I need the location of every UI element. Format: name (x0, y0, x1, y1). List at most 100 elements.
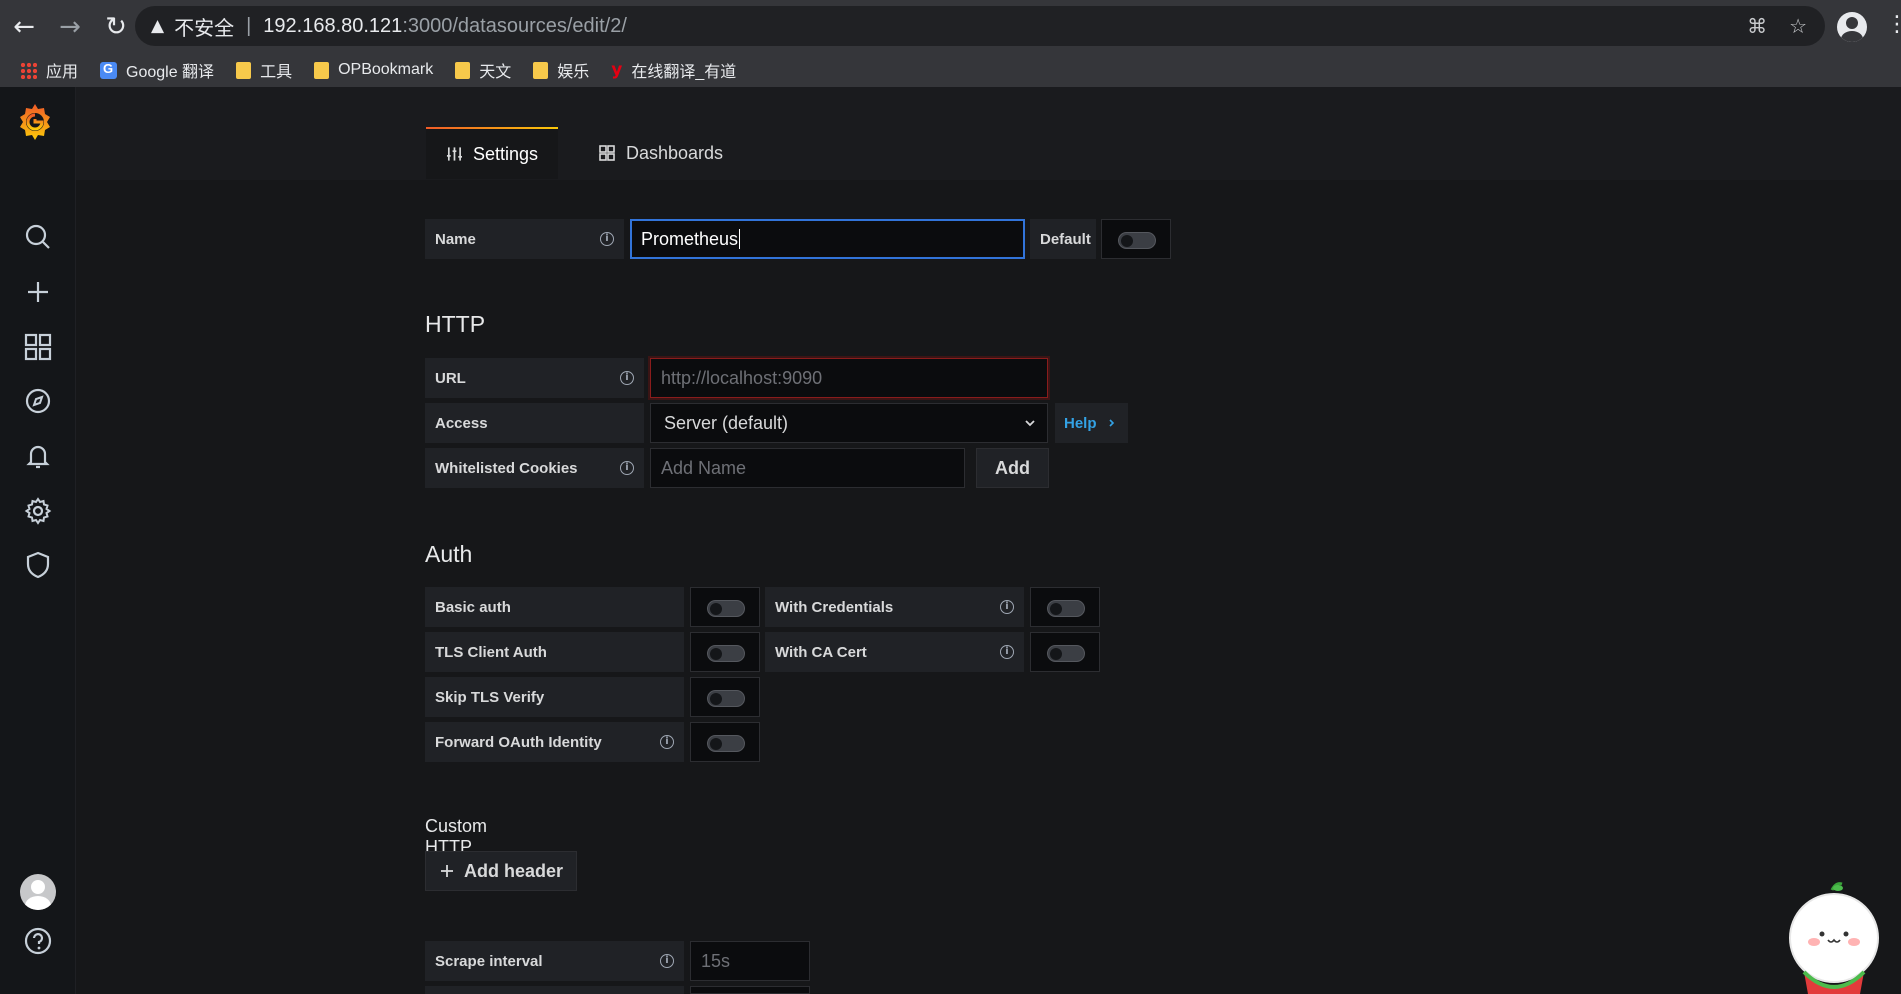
browser-profile-icon[interactable] (1837, 12, 1867, 42)
add-header-button[interactable]: Add header (425, 851, 577, 891)
bookmark-astronomy[interactable]: 天文 (455, 58, 511, 82)
bell-icon[interactable] (22, 440, 54, 472)
forward-arrow-icon[interactable]: → (56, 10, 84, 44)
shield-icon[interactable] (22, 549, 54, 581)
name-input-value: Prometheus (641, 228, 739, 249)
plus-icon[interactable] (22, 276, 54, 308)
back-arrow-icon[interactable]: ← (10, 10, 38, 44)
add-header-label: Add header (464, 860, 564, 881)
scrape-interval-input[interactable] (690, 941, 810, 981)
info-icon[interactable]: i (620, 461, 634, 475)
default-label-text: Default (1040, 230, 1091, 248)
compass-icon[interactable] (22, 385, 54, 417)
info-icon[interactable]: i (620, 371, 634, 385)
url-input[interactable] (650, 358, 1048, 398)
toggle-switch[interactable] (1118, 232, 1156, 249)
search-icon[interactable] (22, 221, 54, 253)
forward-oauth-label-text: Forward OAuth Identity (435, 733, 602, 751)
bookmark-apps[interactable]: 应用 (20, 58, 78, 82)
skip-tls-verify-label-text: Skip TLS Verify (435, 688, 545, 706)
folder-icon (455, 61, 471, 79)
insecure-label: 不安全 (174, 17, 235, 40)
url-label-text: URL (435, 369, 466, 387)
http-section-title: HTTP (425, 311, 486, 337)
toggle-switch[interactable] (707, 600, 745, 617)
basic-auth-label: Basic auth (425, 587, 684, 627)
forward-oauth-label: Forward OAuth Identity i (425, 722, 684, 762)
bookmarks-bar: 应用 Google 翻译 工具 OPBookmark 天文 娱乐 y 在线翻译_有… (0, 53, 1901, 87)
gear-icon[interactable] (22, 495, 54, 527)
dashboards-grid-icon (599, 145, 615, 161)
help-toggle[interactable]: Help (1055, 403, 1128, 443)
access-select-value: Server (default) (664, 412, 789, 433)
folder-icon (533, 61, 549, 79)
default-toggle[interactable] (1101, 219, 1171, 259)
toggle-switch[interactable] (707, 645, 745, 662)
info-icon[interactable]: i (600, 232, 614, 246)
toggle-switch[interactable] (1047, 645, 1085, 662)
mascot-sticker-icon (1789, 882, 1879, 994)
access-select[interactable]: Server (default) (650, 403, 1048, 443)
plus-icon (441, 865, 453, 877)
toggle-switch[interactable] (707, 690, 745, 707)
info-icon[interactable]: i (660, 735, 674, 749)
url-label: URL i (425, 358, 644, 398)
skip-tls-verify-toggle[interactable] (690, 677, 760, 717)
grafana-logo-icon[interactable] (14, 101, 56, 143)
tab-dashboards[interactable]: Dashboards (578, 127, 743, 179)
forward-oauth-toggle[interactable] (690, 722, 760, 762)
url-path: :3000/datasources/edit/2/ (402, 14, 627, 37)
bookmark-label: 工具 (260, 64, 293, 81)
star-icon[interactable]: ☆ (1789, 14, 1807, 38)
with-credentials-label: With Credentials i (765, 587, 1024, 627)
browser-nav: ← → ↻ (10, 10, 130, 44)
url-host: 192.168.80.121 (263, 14, 403, 37)
with-credentials-toggle[interactable] (1030, 587, 1100, 627)
default-label: Default (1030, 219, 1096, 259)
bookmark-label: 天文 (479, 64, 512, 81)
name-input[interactable]: Prometheus (630, 219, 1025, 259)
url-separator: | (246, 14, 252, 37)
next-field-input[interactable] (690, 986, 810, 994)
scrape-interval-label: Scrape interval i (425, 941, 684, 981)
tls-client-auth-toggle[interactable] (690, 632, 760, 672)
warning-icon: ▲ (151, 16, 165, 36)
google-translate-icon (100, 61, 118, 79)
access-label: Access (425, 403, 644, 443)
reload-icon[interactable]: ↻ (102, 10, 130, 44)
omnibox-actions: ⌘ ☆ (1747, 6, 1807, 46)
with-ca-cert-label-text: With CA Cert (775, 643, 867, 661)
info-icon[interactable]: i (1000, 645, 1014, 659)
bookmark-youdao[interactable]: y 在线翻译_有道 (611, 58, 736, 82)
bookmark-label: 娱乐 (557, 64, 590, 81)
add-cookie-button[interactable]: Add (976, 448, 1049, 488)
browser-menu-icon[interactable]: ⋮ (1886, 12, 1901, 37)
folder-icon (236, 61, 252, 79)
bookmark-label: OPBookmark (338, 61, 434, 78)
help-circle-icon[interactable] (22, 925, 54, 957)
bookmark-opbookmark[interactable]: OPBookmark (314, 61, 433, 79)
tab-settings[interactable]: Settings (426, 127, 558, 179)
with-ca-cert-toggle[interactable] (1030, 632, 1100, 672)
bookmark-google-translate[interactable]: Google 翻译 (100, 58, 214, 82)
info-icon[interactable]: i (1000, 600, 1014, 614)
apps-grid-icon (20, 61, 37, 79)
with-ca-cert-label: With CA Cert i (765, 632, 1024, 672)
tab-dashboards-label: Dashboards (626, 142, 724, 163)
tab-settings-label: Settings (472, 143, 538, 164)
address-bar[interactable]: ▲ 不安全 | 192.168.80.121:3000/datasources/… (135, 6, 1825, 46)
skip-tls-verify-label: Skip TLS Verify (425, 677, 684, 717)
basic-auth-toggle[interactable] (690, 587, 760, 627)
bookmark-tools[interactable]: 工具 (236, 58, 292, 82)
user-avatar[interactable] (20, 874, 56, 910)
toggle-switch[interactable] (1047, 600, 1085, 617)
name-label-text: Name (435, 230, 476, 248)
info-icon[interactable]: i (660, 954, 674, 968)
toggle-switch[interactable] (707, 735, 745, 752)
cookie-name-input[interactable] (650, 448, 965, 488)
bookmark-entertainment[interactable]: 娱乐 (533, 58, 589, 82)
sliders-icon (446, 147, 463, 161)
translate-icon[interactable]: ⌘ (1747, 14, 1767, 38)
chevron-right-icon (1108, 419, 1114, 427)
dashboards-grid-icon[interactable] (22, 331, 54, 363)
